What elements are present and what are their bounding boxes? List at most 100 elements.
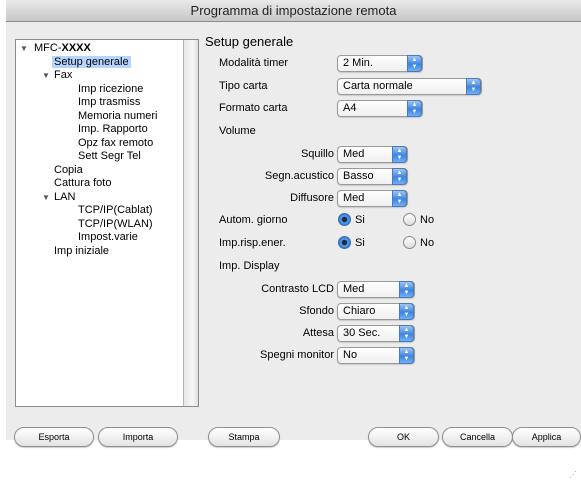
ok-button[interactable]: OK	[368, 427, 439, 447]
popup-arrows-icon: ▲ ▼	[399, 325, 414, 342]
tree-item-label: Opz fax remoto	[78, 137, 154, 149]
spegni-monitor-value: No	[343, 349, 358, 361]
app-window: Programma di impostazione remota ▼ MFC-XX…	[6, 0, 581, 447]
contrasto-lcd-select[interactable]: Med ▲ ▼	[337, 281, 415, 298]
squillo-label: Squillo	[300, 148, 334, 160]
tree-item[interactable]: Setup generale	[52, 56, 131, 69]
tree-item-label: LAN	[54, 191, 76, 203]
tree-item-label: Copia	[54, 164, 83, 176]
formato-carta-select[interactable]: A4 ▲ ▼	[337, 100, 423, 117]
tree-list: ▼ MFC-XXXX Setup generale ▼ Fax Imp ricezione…	[16, 40, 184, 406]
popup-arrows-icon: ▲ ▼	[392, 146, 407, 163]
tree-item[interactable]: Cattura foto	[54, 177, 111, 190]
tipo-carta-label: Tipo carta	[219, 80, 268, 92]
popup-arrows-icon: ▲ ▼	[392, 168, 407, 185]
tree-item-label: Imp trasmiss	[78, 96, 141, 108]
imp-risp-ener-si-radio[interactable]	[338, 236, 351, 249]
spegni-monitor-select[interactable]: No ▲ ▼	[337, 347, 415, 364]
attesa-value: 30 Sec.	[343, 327, 381, 339]
esporta-button[interactable]: Esporta	[14, 427, 94, 447]
tree-item-label: Fax	[54, 69, 73, 81]
autom-giorno-no-radio[interactable]	[403, 213, 416, 226]
tree-item-label: Memoria numeri	[78, 110, 158, 122]
spegni-monitor-label: Spegni monitor	[260, 349, 334, 361]
imp-risp-ener-no-radio[interactable]	[403, 236, 416, 249]
tree-item-label: TCP/IP(Cablat)	[78, 204, 153, 216]
tree-item-label: Setup generale	[52, 56, 131, 68]
modalita-timer-value: 2 Min.	[343, 57, 373, 69]
tree-item[interactable]: Imp trasmiss	[78, 96, 140, 109]
tree-item[interactable]: TCP/IP(Cablat)	[78, 204, 153, 217]
tree-item[interactable]: Impost.varie	[78, 231, 138, 244]
tree-item[interactable]: LAN	[54, 191, 75, 204]
disclosure-triangle-icon[interactable]: ▼	[20, 42, 28, 55]
stampa-button[interactable]: Stampa	[208, 427, 280, 447]
resize-grip-icon[interactable]: ⋰	[569, 470, 577, 479]
imp-display-label: Imp. Display	[219, 260, 280, 272]
importa-button[interactable]: Importa	[98, 427, 178, 447]
tree-item[interactable]: Opz fax remoto	[78, 137, 153, 150]
autom-giorno-si-label: Si	[355, 214, 365, 226]
attesa-select[interactable]: 30 Sec. ▲ ▼	[337, 325, 415, 342]
diffusore-select[interactable]: Med ▲ ▼	[337, 190, 408, 207]
tree-item-label: MFC-XXXX	[34, 42, 91, 54]
formato-carta-value: A4	[343, 102, 357, 114]
popup-arrows-icon: ▲ ▼	[399, 281, 414, 298]
window-title: Programma di impostazione remota	[6, 0, 581, 22]
tree-item[interactable]: Fax	[54, 69, 72, 82]
cancella-button[interactable]: Cancella	[442, 427, 513, 447]
panel-title: Setup generale	[205, 34, 294, 49]
squillo-value: Med	[343, 148, 365, 160]
tree-item-label: Imp iniziale	[54, 245, 110, 257]
sfondo-value: Chiaro	[343, 305, 376, 317]
disclosure-triangle-icon[interactable]: ▼	[42, 191, 50, 204]
popup-arrows-icon: ▲ ▼	[466, 78, 481, 95]
popup-arrows-icon: ▲ ▼	[407, 100, 422, 117]
sfondo-label: Sfondo	[299, 305, 334, 317]
imp-risp-ener-si-label: Si	[355, 237, 365, 249]
tipo-carta-value: Carta normale	[343, 80, 413, 92]
contrasto-lcd-value: Med	[343, 283, 365, 295]
settings-tree[interactable]: ▼ MFC-XXXX Setup generale ▼ Fax Imp ricezione…	[15, 39, 199, 407]
tree-item[interactable]: Sett Segr Tel	[78, 150, 141, 163]
sfondo-select[interactable]: Chiaro ▲ ▼	[337, 303, 415, 320]
diffusore-value: Med	[343, 192, 365, 204]
squillo-select[interactable]: Med ▲ ▼	[337, 146, 408, 163]
autom-giorno-label: Autom. giorno	[219, 214, 288, 226]
popup-arrows-icon: ▲ ▼	[399, 347, 414, 364]
tree-item-label: Cattura foto	[54, 177, 112, 189]
modalita-timer-select[interactable]: 2 Min. ▲ ▼	[337, 55, 423, 72]
tree-item-label: Imp ricezione	[78, 83, 144, 95]
formato-carta-label: Formato carta	[219, 102, 288, 114]
segn-acustico-select[interactable]: Basso ▲ ▼	[337, 168, 408, 185]
popup-arrows-icon: ▲ ▼	[399, 303, 414, 320]
tree-item[interactable]: Memoria numeri	[78, 110, 157, 123]
tree-item[interactable]: Copia	[54, 164, 83, 177]
tree-item-label: Sett Segr Tel	[78, 150, 141, 162]
segn-acustico-label: Segn.acustico	[264, 170, 334, 182]
applica-button[interactable]: Applica	[512, 427, 581, 447]
contrasto-lcd-label: Contrasto LCD	[261, 283, 334, 295]
diffusore-label: Diffusore	[290, 192, 334, 204]
popup-arrows-icon: ▲ ▼	[407, 55, 422, 72]
tree-item[interactable]: Imp iniziale	[54, 245, 109, 258]
tree-item-label: Imp. Rapporto	[78, 123, 148, 135]
popup-arrows-icon: ▲ ▼	[392, 190, 407, 207]
autom-giorno-no-label: No	[420, 214, 435, 226]
tree-item-label: Impost.varie	[78, 231, 138, 243]
tree-item[interactable]: Imp ricezione	[78, 83, 143, 96]
tipo-carta-select[interactable]: Carta normale ▲ ▼	[337, 78, 482, 95]
tree-item[interactable]: Imp. Rapporto	[78, 123, 148, 136]
attesa-label: Attesa	[302, 327, 334, 339]
volume-label: Volume	[219, 125, 256, 137]
imp-risp-ener-label: Imp.risp.ener.	[219, 237, 286, 249]
segn-acustico-value: Basso	[343, 170, 374, 182]
tree-item[interactable]: TCP/IP(WLAN)	[78, 218, 153, 231]
imp-risp-ener-no-label: No	[420, 237, 435, 249]
tree-scrollbar[interactable]	[183, 40, 198, 406]
autom-giorno-si-radio[interactable]	[338, 213, 351, 226]
modalita-timer-label: Modalità timer	[219, 57, 289, 69]
disclosure-triangle-icon[interactable]: ▼	[42, 69, 50, 82]
tree-item[interactable]: MFC-XXXX	[34, 42, 91, 55]
tree-item-label: TCP/IP(WLAN)	[78, 218, 153, 230]
